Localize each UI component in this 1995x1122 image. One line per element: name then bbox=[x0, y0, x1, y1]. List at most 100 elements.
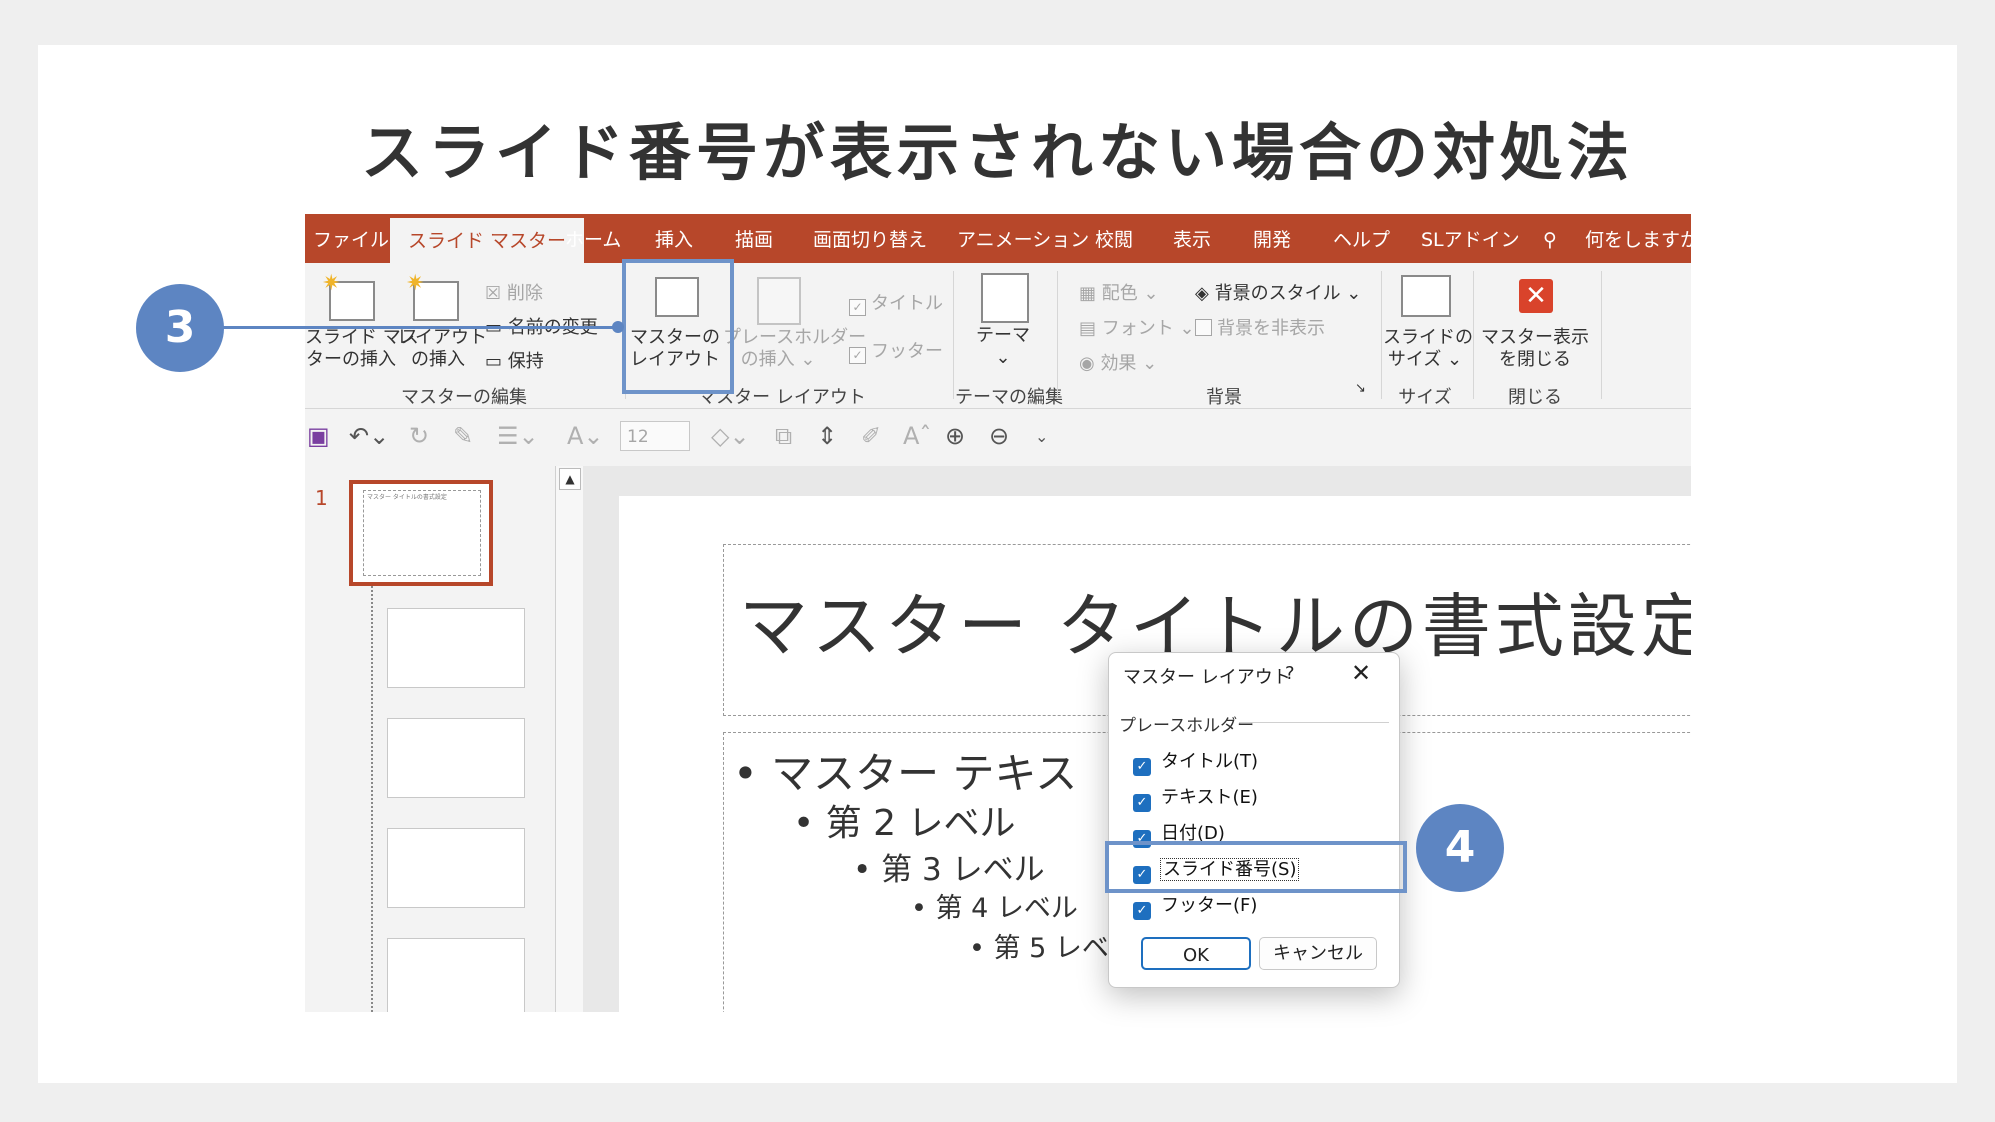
insert-layout-button[interactable]: レイアウト の挿入 bbox=[397, 327, 487, 371]
ribbon-separator bbox=[1057, 271, 1058, 399]
arrange-icon[interactable]: ⧉ bbox=[775, 422, 792, 450]
slide-size-icon bbox=[1401, 275, 1451, 317]
level4-text: • 第 4 レベル bbox=[911, 893, 1078, 924]
font-icon[interactable]: A⌄ bbox=[567, 422, 604, 450]
tab-animations[interactable]: アニメーション bbox=[957, 214, 1089, 263]
quick-access-toolbar: ▣ ↶⌄ ↻ ✎ ☰⌄ A⌄ 12 ◇⌄ ⧉ ⇕ ✐ Aˆ ⊕ ⊖ ⌄ bbox=[305, 409, 1691, 465]
page-title: スライド番号が表示されない場合の対処法 bbox=[360, 116, 1634, 189]
layout-thumbnail[interactable] bbox=[387, 608, 525, 688]
theme-button[interactable]: テーマ ⌄ bbox=[955, 325, 1051, 369]
cancel-button[interactable]: キャンセル bbox=[1259, 937, 1377, 970]
scroll-up-icon[interactable]: ▲ bbox=[559, 468, 581, 490]
tab-sl-addin[interactable]: SLアドイン bbox=[1421, 214, 1520, 263]
checkbox-label: タイトル(T) bbox=[1161, 751, 1259, 772]
format-painter-icon[interactable]: ✎ bbox=[453, 422, 473, 450]
slide-master-thumbnail[interactable]: マスター タイトルの書式設定 bbox=[349, 480, 493, 586]
callout-3-connector bbox=[210, 326, 620, 329]
master-layout-dialog: マスター レイアウト ? ✕ プレースホルダー ✓ タイトル(T) ✓ テキスト(E… bbox=[1108, 652, 1400, 988]
shapes-icon[interactable]: ◇⌄ bbox=[711, 422, 750, 450]
chevron-down-icon: ⌄ bbox=[995, 347, 1011, 368]
insert-slide-master-button[interactable]: スライド マス ターの挿入 bbox=[305, 327, 419, 371]
theme-icon bbox=[981, 273, 1029, 323]
colors-icon: ▦ bbox=[1079, 283, 1102, 304]
tab-view[interactable]: 表示 bbox=[1173, 214, 1211, 263]
effects-button[interactable]: ◉ 効果 ⌄ bbox=[1079, 349, 1157, 375]
insert-layout-label-2: の挿入 bbox=[411, 349, 465, 370]
effects-icon: ◉ bbox=[1079, 353, 1101, 374]
text-checkbox-item[interactable]: ✓ テキスト(E) bbox=[1133, 783, 1258, 812]
thumbnail-scrollbar[interactable]: ▲ bbox=[555, 466, 584, 1012]
close-master-view-button[interactable]: マスター表示 を閉じる bbox=[1475, 327, 1595, 371]
group-size-label: サイズ bbox=[1398, 387, 1452, 408]
dialog-launcher-icon[interactable]: ↘ bbox=[1355, 381, 1366, 396]
tell-me-search[interactable]: 何をしますか bbox=[1585, 214, 1691, 263]
checkbox-checked-icon: ✓ bbox=[1133, 794, 1151, 812]
tab-file[interactable]: ファイル bbox=[313, 214, 389, 263]
tab-review[interactable]: 校閲 bbox=[1095, 214, 1133, 263]
fit-icon[interactable]: ⇕ bbox=[817, 422, 837, 450]
master-layout-highlight bbox=[622, 259, 734, 394]
insert-layout-label-1: レイアウト bbox=[397, 327, 487, 348]
zoom-in-icon[interactable]: ⊕ bbox=[945, 422, 965, 450]
checkbox-label: フッター(F) bbox=[1161, 895, 1258, 916]
help-icon[interactable]: ? bbox=[1285, 663, 1295, 684]
tab-transitions[interactable]: 画面切り替え bbox=[813, 214, 927, 263]
tab-home[interactable]: ホーム bbox=[565, 214, 621, 263]
customize-qat-icon[interactable]: ⌄ bbox=[1035, 427, 1048, 446]
ok-button[interactable]: OK bbox=[1141, 937, 1251, 970]
callout-step-3: 3 bbox=[136, 284, 224, 372]
tab-help[interactable]: ヘルプ bbox=[1333, 214, 1390, 263]
checkbox-checked-icon: ✓ bbox=[1133, 902, 1151, 920]
close-icon[interactable]: ✕ bbox=[1351, 659, 1371, 687]
slide-size-label-1: スライドの bbox=[1383, 327, 1473, 348]
bullets-icon[interactable]: ☰⌄ bbox=[497, 422, 539, 450]
ribbon-tab-bar: ファイル スライド マスター ホーム 挿入 描画 画面切り替え アニメーション … bbox=[305, 214, 1691, 263]
checkbox-label: テキスト(E) bbox=[1161, 787, 1258, 808]
tab-draw[interactable]: 描画 bbox=[735, 214, 773, 263]
insert-placeholder-label-2: の挿入 ⌄ bbox=[740, 349, 816, 370]
footer-check-label: フッター bbox=[871, 341, 943, 362]
redo-icon[interactable]: ↻ bbox=[409, 422, 429, 450]
font-size-field[interactable]: 12 bbox=[620, 421, 690, 451]
font-grow-icon[interactable]: Aˆ bbox=[903, 422, 931, 450]
background-styles-label: 背景のスタイル ⌄ bbox=[1214, 283, 1362, 304]
save-icon[interactable]: ▣ bbox=[307, 422, 330, 450]
background-styles-button[interactable]: ◈ 背景のスタイル ⌄ bbox=[1195, 279, 1361, 305]
layout-thumbnail[interactable] bbox=[387, 718, 525, 798]
ribbon-separator bbox=[1473, 271, 1474, 399]
tab-slide-master[interactable]: スライド マスター bbox=[390, 218, 585, 263]
colors-button[interactable]: ▦ 配色 ⌄ bbox=[1079, 279, 1159, 305]
fonts-button[interactable]: ▤ フォント ⌄ bbox=[1079, 314, 1195, 340]
level5-text: • 第 5 レベ bbox=[969, 933, 1109, 964]
layout-thumbnail[interactable] bbox=[387, 938, 525, 1012]
placeholder-group-label: プレースホルダー bbox=[1119, 716, 1255, 736]
checkbox-icon bbox=[1195, 319, 1212, 336]
star-icon: ✷ bbox=[406, 271, 425, 296]
footer-checkbox[interactable]: ✓ フッター bbox=[849, 337, 943, 364]
insert-master-label-1: スライド マス bbox=[305, 327, 419, 348]
preserve-button[interactable]: ▭ 保持 bbox=[485, 347, 544, 373]
zoom-out-icon[interactable]: ⊖ bbox=[989, 422, 1009, 450]
lightbulb-icon: ⚲ bbox=[1543, 229, 1557, 251]
callout-3-dot bbox=[612, 321, 624, 333]
edit-shape-icon[interactable]: ✐ bbox=[861, 422, 881, 450]
slide-size-label-2: サイズ ⌄ bbox=[1387, 349, 1463, 370]
undo-icon[interactable]: ↶⌄ bbox=[349, 422, 389, 450]
fonts-label: フォント ⌄ bbox=[1101, 318, 1195, 339]
title-checkbox[interactable]: ✓ タイトル bbox=[849, 289, 943, 316]
slide-size-button[interactable]: スライドの サイズ ⌄ bbox=[1383, 327, 1473, 371]
title-check-label: タイトル bbox=[871, 293, 943, 314]
ribbon-separator bbox=[1601, 271, 1602, 399]
hide-background-checkbox[interactable]: 背景を非表示 bbox=[1195, 314, 1325, 340]
close-master-label-2: を閉じる bbox=[1499, 349, 1571, 370]
layout-thumbnail[interactable] bbox=[387, 828, 525, 908]
footer-checkbox-item[interactable]: ✓ フッター(F) bbox=[1133, 891, 1257, 920]
dialog-title: マスター レイアウト bbox=[1123, 667, 1291, 688]
group-edit-master-label: マスターの編集 bbox=[401, 387, 527, 408]
tab-insert[interactable]: 挿入 bbox=[655, 214, 693, 263]
tab-developer[interactable]: 開発 bbox=[1253, 214, 1291, 263]
thumb-title: マスター タイトルの書式設定 bbox=[367, 494, 447, 501]
title-checkbox-item[interactable]: ✓ タイトル(T) bbox=[1133, 747, 1258, 776]
delete-button[interactable]: ☒ 削除 bbox=[485, 279, 543, 305]
insert-placeholder-button[interactable]: プレースホルダー の挿入 ⌄ bbox=[723, 327, 866, 371]
